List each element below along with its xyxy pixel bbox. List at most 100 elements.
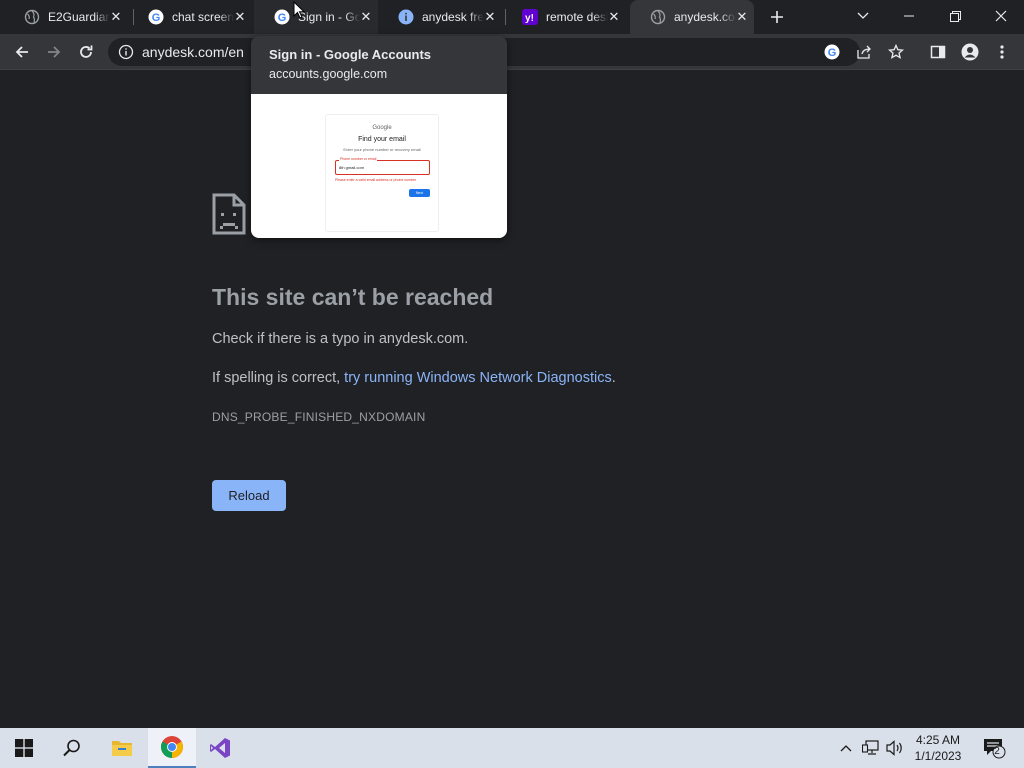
tab-e2guardian[interactable]: E2Guardian ✕ [4,0,128,34]
preview-heading: Find your email [358,136,406,143]
tab-hover-card: Sign in - Google Accounts accounts.googl… [251,36,507,238]
tab-remote-desktop[interactable]: y! remote desktop ✕ [502,0,626,34]
visual-studio-button[interactable] [196,728,244,768]
chrome-icon [161,736,183,758]
notification-count: 2 [994,746,1000,757]
preview-google-logo: Google [372,125,392,131]
close-tab-icon[interactable]: ✕ [232,9,248,25]
side-panel-icon [930,45,946,59]
close-window-button[interactable] [978,0,1024,32]
error-diagnostics-hint: If spelling is correct, try running Wind… [212,370,616,386]
new-tab-button[interactable] [766,6,788,28]
windows-taskbar: 4:25 AM 1/1/2023 2 [0,728,1024,768]
google-g-icon: G [274,9,290,25]
restore-button[interactable] [932,0,978,32]
menu-button[interactable] [988,38,1016,66]
minimize-button[interactable] [886,0,932,32]
error-typo-hint: Check if there is a typo in anydesk.com. [212,331,469,347]
google-g-icon: G [148,9,164,25]
network-diagnostics-link[interactable]: try running Windows Network Diagnostics [344,370,612,386]
preview-signin-form: Google Find your email Enter your phone … [325,114,439,232]
side-panel-button[interactable] [924,38,952,66]
restore-icon [949,10,961,22]
bookmark-star-icon[interactable] [887,43,905,65]
clock-date: 1/1/2023 [914,749,962,763]
close-tab-icon[interactable]: ✕ [734,9,750,25]
close-icon [995,10,1007,22]
action-center-button[interactable]: 2 [980,728,1008,768]
error-code: DNS_PROBE_FINISHED_NXDOMAIN [212,410,426,424]
google-lens-icon[interactable]: G [824,44,840,65]
forward-button[interactable] [40,38,68,66]
hint-suffix: . [611,370,616,386]
reload-toolbar-button[interactable] [72,38,100,66]
tab-title: chat screen [172,10,234,24]
kebab-menu-icon [1000,45,1004,59]
tab-strip: E2Guardian ✕ G chat screen ✕ G Sign in -… [0,0,1024,34]
tab-title: Sign in - Google Accounts [298,10,360,24]
close-tab-icon[interactable]: ✕ [108,9,124,25]
start-icon [15,739,33,757]
system-clock[interactable]: 4:25 AM 1/1/2023 [906,732,970,764]
network-icon [862,740,879,755]
hover-card-domain: accounts.google.com [269,67,388,81]
tab-title: anydesk.com [674,10,736,24]
forward-arrow-icon [48,46,61,58]
error-title: This site can’t be reached [212,284,494,310]
back-arrow-icon [15,46,28,58]
back-button[interactable] [8,38,36,66]
mouse-cursor-icon [293,0,306,24]
reload-icon [80,45,93,58]
close-tab-icon[interactable]: ✕ [358,9,374,25]
chevron-down-icon [857,12,869,19]
minimize-icon [904,15,914,17]
hover-card-title: Sign in - Google Accounts [269,47,432,62]
tab-title: E2Guardian [48,10,110,24]
preview-error-text: Please enter a valid email address or ph… [335,178,417,182]
profile-icon [961,43,979,61]
hover-card-preview: Google Find your email Enter your phone … [251,94,507,238]
tab-anydesk-active[interactable]: anydesk.com ✕ [630,0,754,34]
preview-email-field: Phone number or email 8th gmail.com [335,157,430,175]
chevron-up-icon [840,745,852,752]
svg-text:G: G [828,47,837,59]
file-explorer-icon [112,741,132,756]
close-tab-icon[interactable]: ✕ [606,9,622,25]
clock-time: 4:25 AM [915,733,961,747]
info-icon [398,9,414,25]
globe-icon [24,9,40,25]
visual-studio-icon [210,738,230,758]
close-tab-icon[interactable]: ✕ [482,9,498,25]
tab-sign-in-google[interactable]: G Sign in - Google Accounts ✕ [254,0,378,34]
network-tray-button[interactable] [860,728,882,768]
file-explorer-button[interactable] [98,728,146,768]
tab-title: anydesk free [422,10,484,24]
preview-subtitle: Enter your phone number or recovery emai… [343,147,421,152]
plus-icon [771,11,783,23]
site-info-icon[interactable] [118,44,134,60]
preview-field-value: 8th gmail.com [339,165,364,170]
address-text: anydesk.com/en [142,44,244,60]
search-icon [63,739,80,757]
svg-text:y!: y! [525,13,534,24]
volume-tray-button[interactable] [884,728,906,768]
tab-chat-screen[interactable]: G chat screen ✕ [128,0,252,34]
speaker-icon [886,740,902,756]
start-button[interactable] [0,728,48,768]
chrome-taskbar-button[interactable] [148,728,196,768]
tab-search-button[interactable] [840,0,886,32]
tab-title: remote desktop [546,10,608,24]
globe-icon [650,9,666,25]
yahoo-icon: y! [522,9,538,25]
share-icon[interactable] [856,44,872,65]
tab-anydesk-free[interactable]: anydesk free ✕ [378,0,502,34]
svg-text:G: G [278,12,287,24]
search-button[interactable] [48,728,96,768]
profile-button[interactable] [956,38,984,66]
preview-next-button: Next [409,189,430,197]
show-hidden-icons-button[interactable] [836,728,856,768]
sad-page-icon [212,193,246,240]
reload-button[interactable]: Reload [212,480,286,511]
preview-field-label: Phone number or email [339,157,378,161]
svg-text:G: G [152,12,161,24]
